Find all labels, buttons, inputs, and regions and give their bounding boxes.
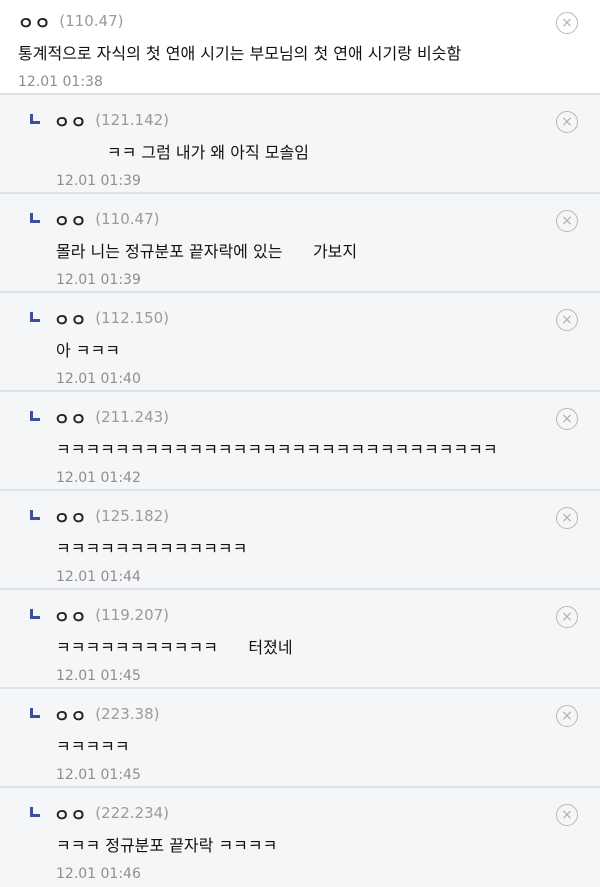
reply-header: ㅇㅇ (119.207): [30, 603, 540, 628]
reply-date: 12.01 01:42: [56, 470, 141, 486]
reply-header: ㅇㅇ (110.47): [30, 207, 540, 232]
reply: ㅇㅇ (110.47) 몰라 니는 정규분포 끝자락에 있는 가보지 12.01…: [0, 194, 600, 293]
ip-address: (112.150): [95, 309, 170, 327]
delete-icon[interactable]: ×: [556, 309, 578, 331]
ip-address: (211.243): [95, 408, 170, 426]
delete-icon[interactable]: ×: [556, 210, 578, 232]
reply-date: 12.01 01:45: [56, 767, 141, 783]
reply-text: ㅋㅋㅋㅋㅋㅋㅋㅋㅋㅋㅋㅋㅋ: [56, 539, 248, 558]
nickname[interactable]: ㅇㅇ: [54, 405, 87, 430]
delete-icon[interactable]: ×: [556, 606, 578, 628]
delete-icon[interactable]: ×: [556, 408, 578, 430]
ip-address: (222.234): [95, 804, 170, 822]
reply: ㅇㅇ (125.182) ㅋㅋㅋㅋㅋㅋㅋㅋㅋㅋㅋㅋㅋ 12.01 01:44 ×: [0, 491, 600, 590]
reply-arrow-icon: [30, 114, 40, 124]
reply-text: ㅋㅋ 그럼 내가 왜 아직 모솔임: [56, 143, 309, 162]
reply: ㅇㅇ (121.142) ㅋㅋ 그럼 내가 왜 아직 모솔임 12.01 01:…: [0, 95, 600, 194]
reply-text: ㅋㅋㅋㅋㅋㅋㅋㅋㅋㅋㅋ 터졌네: [56, 638, 293, 657]
nickname[interactable]: ㅇㅇ: [54, 207, 87, 232]
reply-text: ㅋㅋㅋㅋㅋㅋㅋㅋㅋㅋㅋㅋㅋㅋㅋㅋㅋㅋㅋㅋㅋㅋㅋㅋㅋㅋㅋㅋㅋㅋ: [56, 440, 498, 459]
delete-icon[interactable]: ×: [556, 12, 578, 34]
delete-icon[interactable]: ×: [556, 705, 578, 727]
comment-list: ㅇㅇ (110.47) 통계적으로 자식의 첫 연애 시기는 부모님의 첫 연애…: [0, 0, 600, 887]
comment-date: 12.01 01:38: [18, 74, 103, 90]
reply-header: ㅇㅇ (125.182): [30, 504, 540, 529]
reply-header: ㅇㅇ (211.243): [30, 405, 540, 430]
reply: ㅇㅇ (112.150) 아 ㅋㅋㅋ 12.01 01:40 ×: [0, 293, 600, 392]
delete-icon[interactable]: ×: [556, 111, 578, 133]
delete-icon[interactable]: ×: [556, 804, 578, 826]
reply: ㅇㅇ (119.207) ㅋㅋㅋㅋㅋㅋㅋㅋㅋㅋㅋ 터졌네 12.01 01:45…: [0, 590, 600, 689]
reply-text: 몰라 니는 정규분포 끝자락에 있는 가보지: [56, 242, 358, 261]
reply-date: 12.01 01:45: [56, 668, 141, 684]
reply-header: ㅇㅇ (222.234): [30, 801, 540, 826]
ip-address: (110.47): [59, 12, 124, 30]
reply-date: 12.01 01:39: [56, 173, 141, 189]
comment-header: ㅇㅇ (110.47): [18, 9, 540, 34]
nickname[interactable]: ㅇㅇ: [54, 801, 87, 826]
ip-address: (125.182): [95, 507, 170, 525]
ip-address: (223.38): [95, 705, 160, 723]
comment: ㅇㅇ (110.47) 통계적으로 자식의 첫 연애 시기는 부모님의 첫 연애…: [0, 0, 600, 95]
reply-arrow-icon: [30, 213, 40, 223]
reply-date: 12.01 01:40: [56, 371, 141, 387]
reply-arrow-icon: [30, 312, 40, 322]
reply-header: ㅇㅇ (112.150): [30, 306, 540, 331]
nickname[interactable]: ㅇㅇ: [54, 504, 87, 529]
ip-address: (121.142): [95, 111, 170, 129]
reply-text: ㅋㅋㅋ 정규분포 끝자락 ㅋㅋㅋㅋ: [56, 836, 278, 855]
reply-arrow-icon: [30, 708, 40, 718]
nickname[interactable]: ㅇㅇ: [54, 108, 87, 133]
reply-text: ㅋㅋㅋㅋㅋ: [56, 737, 130, 756]
reply-date: 12.01 01:46: [56, 866, 141, 882]
reply-date: 12.01 01:44: [56, 569, 141, 585]
nickname[interactable]: ㅇㅇ: [18, 9, 51, 34]
nickname[interactable]: ㅇㅇ: [54, 603, 87, 628]
reply-date: 12.01 01:39: [56, 272, 141, 288]
ip-address: (119.207): [95, 606, 170, 624]
ip-address: (110.47): [95, 210, 160, 228]
nickname[interactable]: ㅇㅇ: [54, 306, 87, 331]
reply: ㅇㅇ (211.243) ㅋㅋㅋㅋㅋㅋㅋㅋㅋㅋㅋㅋㅋㅋㅋㅋㅋㅋㅋㅋㅋㅋㅋㅋㅋㅋㅋ…: [0, 392, 600, 491]
delete-icon[interactable]: ×: [556, 507, 578, 529]
reply: ㅇㅇ (223.38) ㅋㅋㅋㅋㅋ 12.01 01:45 ×: [0, 689, 600, 788]
nickname[interactable]: ㅇㅇ: [54, 702, 87, 727]
reply-text: 아 ㅋㅋㅋ: [56, 341, 120, 360]
reply: ㅇㅇ (222.234) ㅋㅋㅋ 정규분포 끝자락 ㅋㅋㅋㅋ 12.01 01:…: [0, 788, 600, 887]
reply-header: ㅇㅇ (121.142): [30, 108, 540, 133]
comment-text: 통계적으로 자식의 첫 연애 시기는 부모님의 첫 연애 시기랑 비슷함: [18, 44, 462, 63]
reply-arrow-icon: [30, 807, 40, 817]
reply-arrow-icon: [30, 609, 40, 619]
reply-arrow-icon: [30, 510, 40, 520]
reply-arrow-icon: [30, 411, 40, 421]
reply-header: ㅇㅇ (223.38): [30, 702, 540, 727]
